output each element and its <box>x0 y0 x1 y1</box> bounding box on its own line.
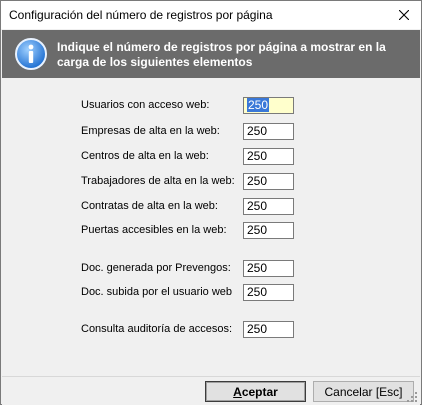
info-icon <box>15 38 47 70</box>
label-puertas: Puertas accesibles en la web: <box>81 224 227 236</box>
label-trabajadores: Trabajadores de alta en la web: <box>81 175 235 187</box>
trabajadores-field[interactable]: 250 <box>243 173 294 190</box>
accept-button[interactable]: Aceptar <box>205 381 306 402</box>
window-title: Configuración del número de registros po… <box>9 8 273 22</box>
label-auditoria: Consulta auditoría de accesos: <box>81 323 233 335</box>
banner-message: Indique el número de registros por págin… <box>57 40 386 69</box>
label-doc-generada: Doc. generada por Prevengos: <box>81 262 231 274</box>
dialog-window: Configuración del número de registros po… <box>0 0 422 405</box>
usuarios-field[interactable]: 250 <box>243 97 294 114</box>
button-bar: Aceptar Cancelar [Esc] <box>2 376 420 405</box>
resize-grip-icon[interactable] <box>406 391 418 403</box>
auditoria-field[interactable]: 250 <box>243 321 294 338</box>
usuarios-value: 250 <box>247 98 270 112</box>
accept-label: Aceptar <box>233 385 278 399</box>
info-banner: Indique el número de registros por págin… <box>2 30 420 78</box>
accept-label-rest: ceptar <box>241 384 278 399</box>
label-doc-subida: Doc. subida por el usuario web <box>81 286 233 298</box>
accept-mnemonic: A <box>233 384 242 399</box>
cancel-button[interactable]: Cancelar [Esc] <box>313 381 414 402</box>
contratas-field[interactable]: 250 <box>243 198 294 215</box>
close-icon <box>399 10 409 20</box>
doc-generada-field[interactable]: 250 <box>243 260 294 277</box>
label-usuarios: Usuarios con acceso web: <box>81 99 210 111</box>
empresas-field[interactable]: 250 <box>243 123 294 140</box>
label-contratas: Contratas de alta en la web: <box>81 200 218 212</box>
centros-field[interactable]: 250 <box>243 148 294 165</box>
title-bar: Configuración del número de registros po… <box>1 1 421 29</box>
label-empresas: Empresas de alta en la web: <box>81 125 220 137</box>
doc-subida-field[interactable]: 250 <box>243 284 294 301</box>
puertas-field[interactable]: 250 <box>243 222 294 239</box>
close-button[interactable] <box>387 1 421 29</box>
label-centros: Centros de alta en la web: <box>81 150 209 162</box>
